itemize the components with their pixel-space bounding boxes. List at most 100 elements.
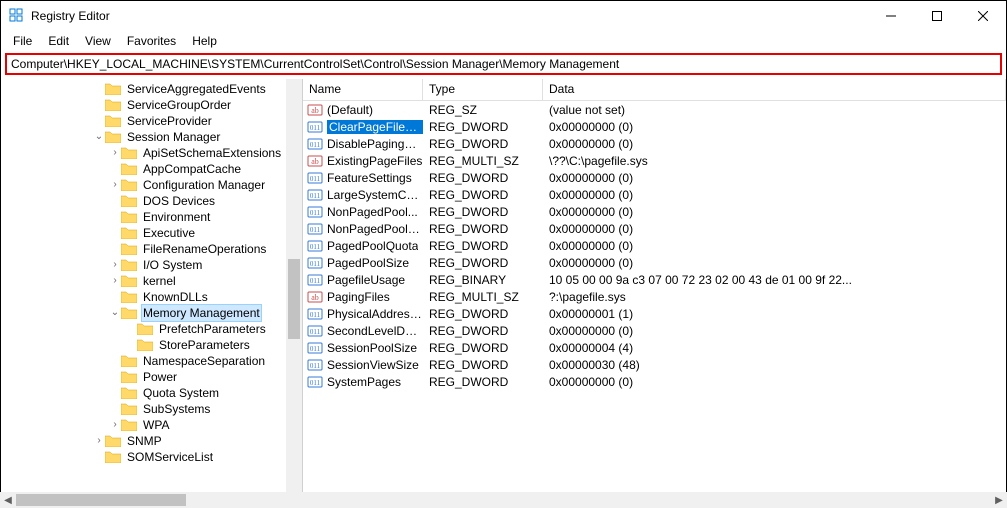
scroll-right-icon[interactable]: ▶ <box>991 492 1007 508</box>
list-row[interactable]: 011ClearPageFileAt...REG_DWORD0x00000000… <box>303 118 1006 135</box>
tree-item-label: I/O System <box>141 257 204 273</box>
tree-item[interactable]: StoreParameters <box>1 337 302 353</box>
tree-item[interactable]: Power <box>1 369 302 385</box>
tree-item[interactable]: ›WPA <box>1 417 302 433</box>
tree-panel: ServiceAggregatedEventsServiceGroupOrder… <box>1 79 303 493</box>
minimize-button[interactable] <box>868 1 914 31</box>
tree-twisty-icon[interactable]: › <box>93 433 105 449</box>
tree-item[interactable]: ServiceProvider <box>1 113 302 129</box>
tree-item[interactable]: ⌄Memory Management <box>1 305 302 321</box>
svg-text:011: 011 <box>310 192 321 200</box>
folder-icon <box>121 162 137 176</box>
value-type: REG_DWORD <box>423 137 543 151</box>
menu-edit[interactable]: Edit <box>40 32 77 50</box>
tree-item[interactable]: Quota System <box>1 385 302 401</box>
tree-item[interactable]: SubSystems <box>1 401 302 417</box>
binary-value-icon: 011 <box>307 221 323 237</box>
tree-twisty-icon[interactable]: ⌄ <box>93 129 105 145</box>
list-row[interactable]: 011NonPagedPool...REG_DWORD0x00000000 (0… <box>303 203 1006 220</box>
folder-icon <box>121 226 137 240</box>
tree-item[interactable]: › I/O System <box>1 257 302 273</box>
scroll-thumb[interactable] <box>16 494 186 506</box>
tree-twisty-icon[interactable]: › <box>109 273 121 289</box>
tree-item[interactable]: ›kernel <box>1 273 302 289</box>
tree-item-label: DOS Devices <box>141 193 217 209</box>
folder-icon <box>121 274 137 288</box>
tree-item[interactable]: ServiceGroupOrder <box>1 97 302 113</box>
tree-item[interactable]: KnownDLLs <box>1 289 302 305</box>
list-row[interactable]: 011SystemPagesREG_DWORD0x00000000 (0) <box>303 373 1006 390</box>
binary-value-icon: 011 <box>307 306 323 322</box>
scroll-left-icon[interactable]: ◀ <box>0 492 16 508</box>
tree-item[interactable]: Executive <box>1 225 302 241</box>
value-type: REG_MULTI_SZ <box>423 154 543 168</box>
list-row[interactable]: 011FeatureSettingsREG_DWORD0x00000000 (0… <box>303 169 1006 186</box>
column-header-type[interactable]: Type <box>423 79 543 100</box>
horizontal-scrollbar[interactable]: ◀ ▶ <box>0 492 1007 508</box>
tree-item[interactable]: FileRenameOperations <box>1 241 302 257</box>
value-name: SecondLevelDat... <box>327 324 423 338</box>
tree-twisty-icon[interactable]: › <box>109 417 121 433</box>
list-row[interactable]: 011LargeSystemCac...REG_DWORD0x00000000 … <box>303 186 1006 203</box>
folder-icon <box>121 386 137 400</box>
binary-value-icon: 011 <box>307 255 323 271</box>
tree-item[interactable]: PrefetchParameters <box>1 321 302 337</box>
menu-help[interactable]: Help <box>184 32 225 50</box>
menu-file[interactable]: File <box>5 32 40 50</box>
list-row[interactable]: ab(Default)REG_SZ(value not set) <box>303 101 1006 118</box>
list-row[interactable]: 011PagedPoolQuotaREG_DWORD0x00000000 (0) <box>303 237 1006 254</box>
list-row[interactable]: 011PhysicalAddress...REG_DWORD0x00000001… <box>303 305 1006 322</box>
menu-favorites[interactable]: Favorites <box>119 32 184 50</box>
svg-text:011: 011 <box>310 311 321 319</box>
list-row[interactable]: 011NonPagedPoolS...REG_DWORD0x00000000 (… <box>303 220 1006 237</box>
tree-twisty-icon[interactable]: › <box>109 145 121 161</box>
tree-scrollbar[interactable] <box>286 79 302 493</box>
svg-text:011: 011 <box>310 124 321 132</box>
svg-text:011: 011 <box>310 243 321 251</box>
value-type: REG_DWORD <box>423 222 543 236</box>
list-row[interactable]: 011SessionViewSizeREG_DWORD0x00000030 (4… <box>303 356 1006 373</box>
value-data: 0x00000004 (4) <box>543 341 1006 355</box>
tree-twisty-icon[interactable]: › <box>109 257 121 273</box>
column-header-name[interactable]: Name <box>303 79 423 100</box>
list-row[interactable]: 011PagedPoolSizeREG_DWORD0x00000000 (0) <box>303 254 1006 271</box>
list-row[interactable]: 011SessionPoolSizeREG_DWORD0x00000004 (4… <box>303 339 1006 356</box>
tree-item[interactable]: ›ApiSetSchemaExtensions <box>1 145 302 161</box>
list-row[interactable]: 011SecondLevelDat...REG_DWORD0x00000000 … <box>303 322 1006 339</box>
list-row[interactable]: abExistingPageFilesREG_MULTI_SZ\??\C:\pa… <box>303 152 1006 169</box>
tree-item[interactable]: AppCompatCache <box>1 161 302 177</box>
list-row[interactable]: 011PagefileUsageREG_BINARY10 05 00 00 9a… <box>303 271 1006 288</box>
binary-value-icon: 011 <box>307 204 323 220</box>
tree-item[interactable]: ›Configuration Manager <box>1 177 302 193</box>
value-name: SessionPoolSize <box>327 341 417 355</box>
value-type: REG_DWORD <box>423 358 543 372</box>
tree-item-label: SNMP <box>125 433 164 449</box>
column-header-data[interactable]: Data <box>543 79 1006 100</box>
value-data: 0x00000000 (0) <box>543 137 1006 151</box>
svg-text:ab: ab <box>311 157 319 166</box>
address-text: Computer\HKEY_LOCAL_MACHINE\SYSTEM\Curre… <box>11 57 619 71</box>
menu-view[interactable]: View <box>77 32 119 50</box>
list-row[interactable]: 011DisablePagingEx...REG_DWORD0x00000000… <box>303 135 1006 152</box>
tree-twisty-icon[interactable]: › <box>109 177 121 193</box>
value-type: REG_DWORD <box>423 307 543 321</box>
tree-item[interactable]: NamespaceSeparation <box>1 353 302 369</box>
svg-text:011: 011 <box>310 209 321 217</box>
tree-twisty-icon[interactable]: ⌄ <box>109 305 121 321</box>
value-data: ?:\pagefile.sys <box>543 290 1006 304</box>
close-button[interactable] <box>960 1 1006 31</box>
list-row[interactable]: abPagingFilesREG_MULTI_SZ?:\pagefile.sys <box>303 288 1006 305</box>
tree-item[interactable]: ServiceAggregatedEvents <box>1 81 302 97</box>
tree-item[interactable]: SOMServiceList <box>1 449 302 465</box>
svg-text:011: 011 <box>310 277 321 285</box>
folder-icon <box>121 402 137 416</box>
maximize-button[interactable] <box>914 1 960 31</box>
tree-item[interactable]: › SNMP <box>1 433 302 449</box>
tree-item-label: Executive <box>141 225 197 241</box>
tree-item[interactable]: Environment <box>1 209 302 225</box>
address-bar[interactable]: Computer\HKEY_LOCAL_MACHINE\SYSTEM\Curre… <box>5 53 1002 75</box>
value-name: ClearPageFileAt... <box>327 120 423 134</box>
tree-item[interactable]: DOS Devices <box>1 193 302 209</box>
tree-scroll-thumb[interactable] <box>288 259 300 339</box>
tree-item[interactable]: ⌄Session Manager <box>1 129 302 145</box>
